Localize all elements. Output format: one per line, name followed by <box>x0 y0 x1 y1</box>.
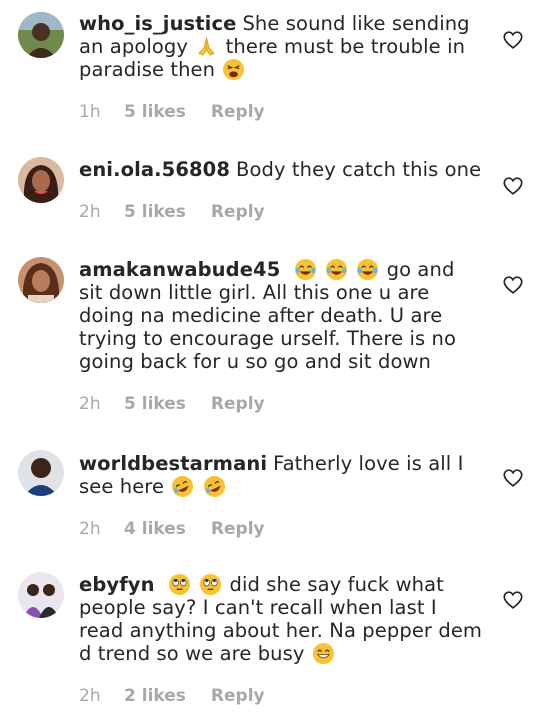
comment-text: worldbestarmani Fatherly love is all I se… <box>79 452 484 498</box>
likes-count[interactable]: 2 likes <box>124 686 186 706</box>
reply-button[interactable]: Reply <box>211 686 265 706</box>
comment-time: 2h <box>79 686 101 706</box>
username-link[interactable]: ebyfyn <box>79 573 155 596</box>
reply-button[interactable]: Reply <box>211 102 265 122</box>
heart-icon[interactable] <box>502 274 524 296</box>
likes-count[interactable]: 5 likes <box>124 202 186 222</box>
username-link[interactable]: worldbestarmani <box>79 452 267 475</box>
face-with-rolling-eyes-emoji-icon <box>168 573 190 596</box>
comment-time: 2h <box>79 202 101 222</box>
face-with-tears-of-joy-emoji-icon <box>294 258 316 281</box>
folded-hands-emoji-icon <box>198 36 216 56</box>
likes-count[interactable]: 5 likes <box>124 394 186 414</box>
avatar[interactable] <box>18 572 64 618</box>
username-link[interactable]: eni.ola.56808 <box>79 158 230 181</box>
heart-icon[interactable] <box>502 29 524 51</box>
tired-face-emoji-icon <box>223 58 245 81</box>
face-with-tears-of-joy-emoji-icon <box>357 258 379 281</box>
comment-time: 2h <box>79 394 101 414</box>
comment-time: 1h <box>79 102 101 122</box>
heart-icon[interactable] <box>502 467 524 489</box>
comment-text: eni.ola.56808 Body they catch this one <box>79 158 482 181</box>
reply-button[interactable]: Reply <box>211 519 265 539</box>
avatar[interactable] <box>18 257 64 303</box>
comment-text: ebyfyn did she say fuck what people say?… <box>79 573 483 665</box>
avatar[interactable] <box>18 12 64 58</box>
avatar[interactable] <box>18 157 64 203</box>
rolling-on-floor-laughing-emoji-icon <box>172 475 194 498</box>
rolling-on-floor-laughing-emoji-icon <box>203 475 225 498</box>
comment-text: amakanwabude45 go and sit down little gi… <box>79 258 457 373</box>
comment-text: who_is_justice She sound like sending an … <box>79 12 470 81</box>
comment-time: 2h <box>79 519 101 539</box>
grinning-face-with-smiling-eyes-emoji-icon <box>312 642 334 665</box>
heart-icon[interactable] <box>502 589 524 611</box>
likes-count[interactable]: 4 likes <box>124 519 186 539</box>
username-link[interactable]: who_is_justice <box>79 12 236 35</box>
avatar[interactable] <box>18 450 64 496</box>
username-link[interactable]: amakanwabude45 <box>79 258 280 281</box>
likes-count[interactable]: 5 likes <box>124 102 186 122</box>
face-with-rolling-eyes-emoji-icon <box>200 573 222 596</box>
reply-button[interactable]: Reply <box>211 202 265 222</box>
face-with-tears-of-joy-emoji-icon <box>325 258 348 281</box>
heart-icon[interactable] <box>502 175 524 197</box>
reply-button[interactable]: Reply <box>211 394 265 414</box>
